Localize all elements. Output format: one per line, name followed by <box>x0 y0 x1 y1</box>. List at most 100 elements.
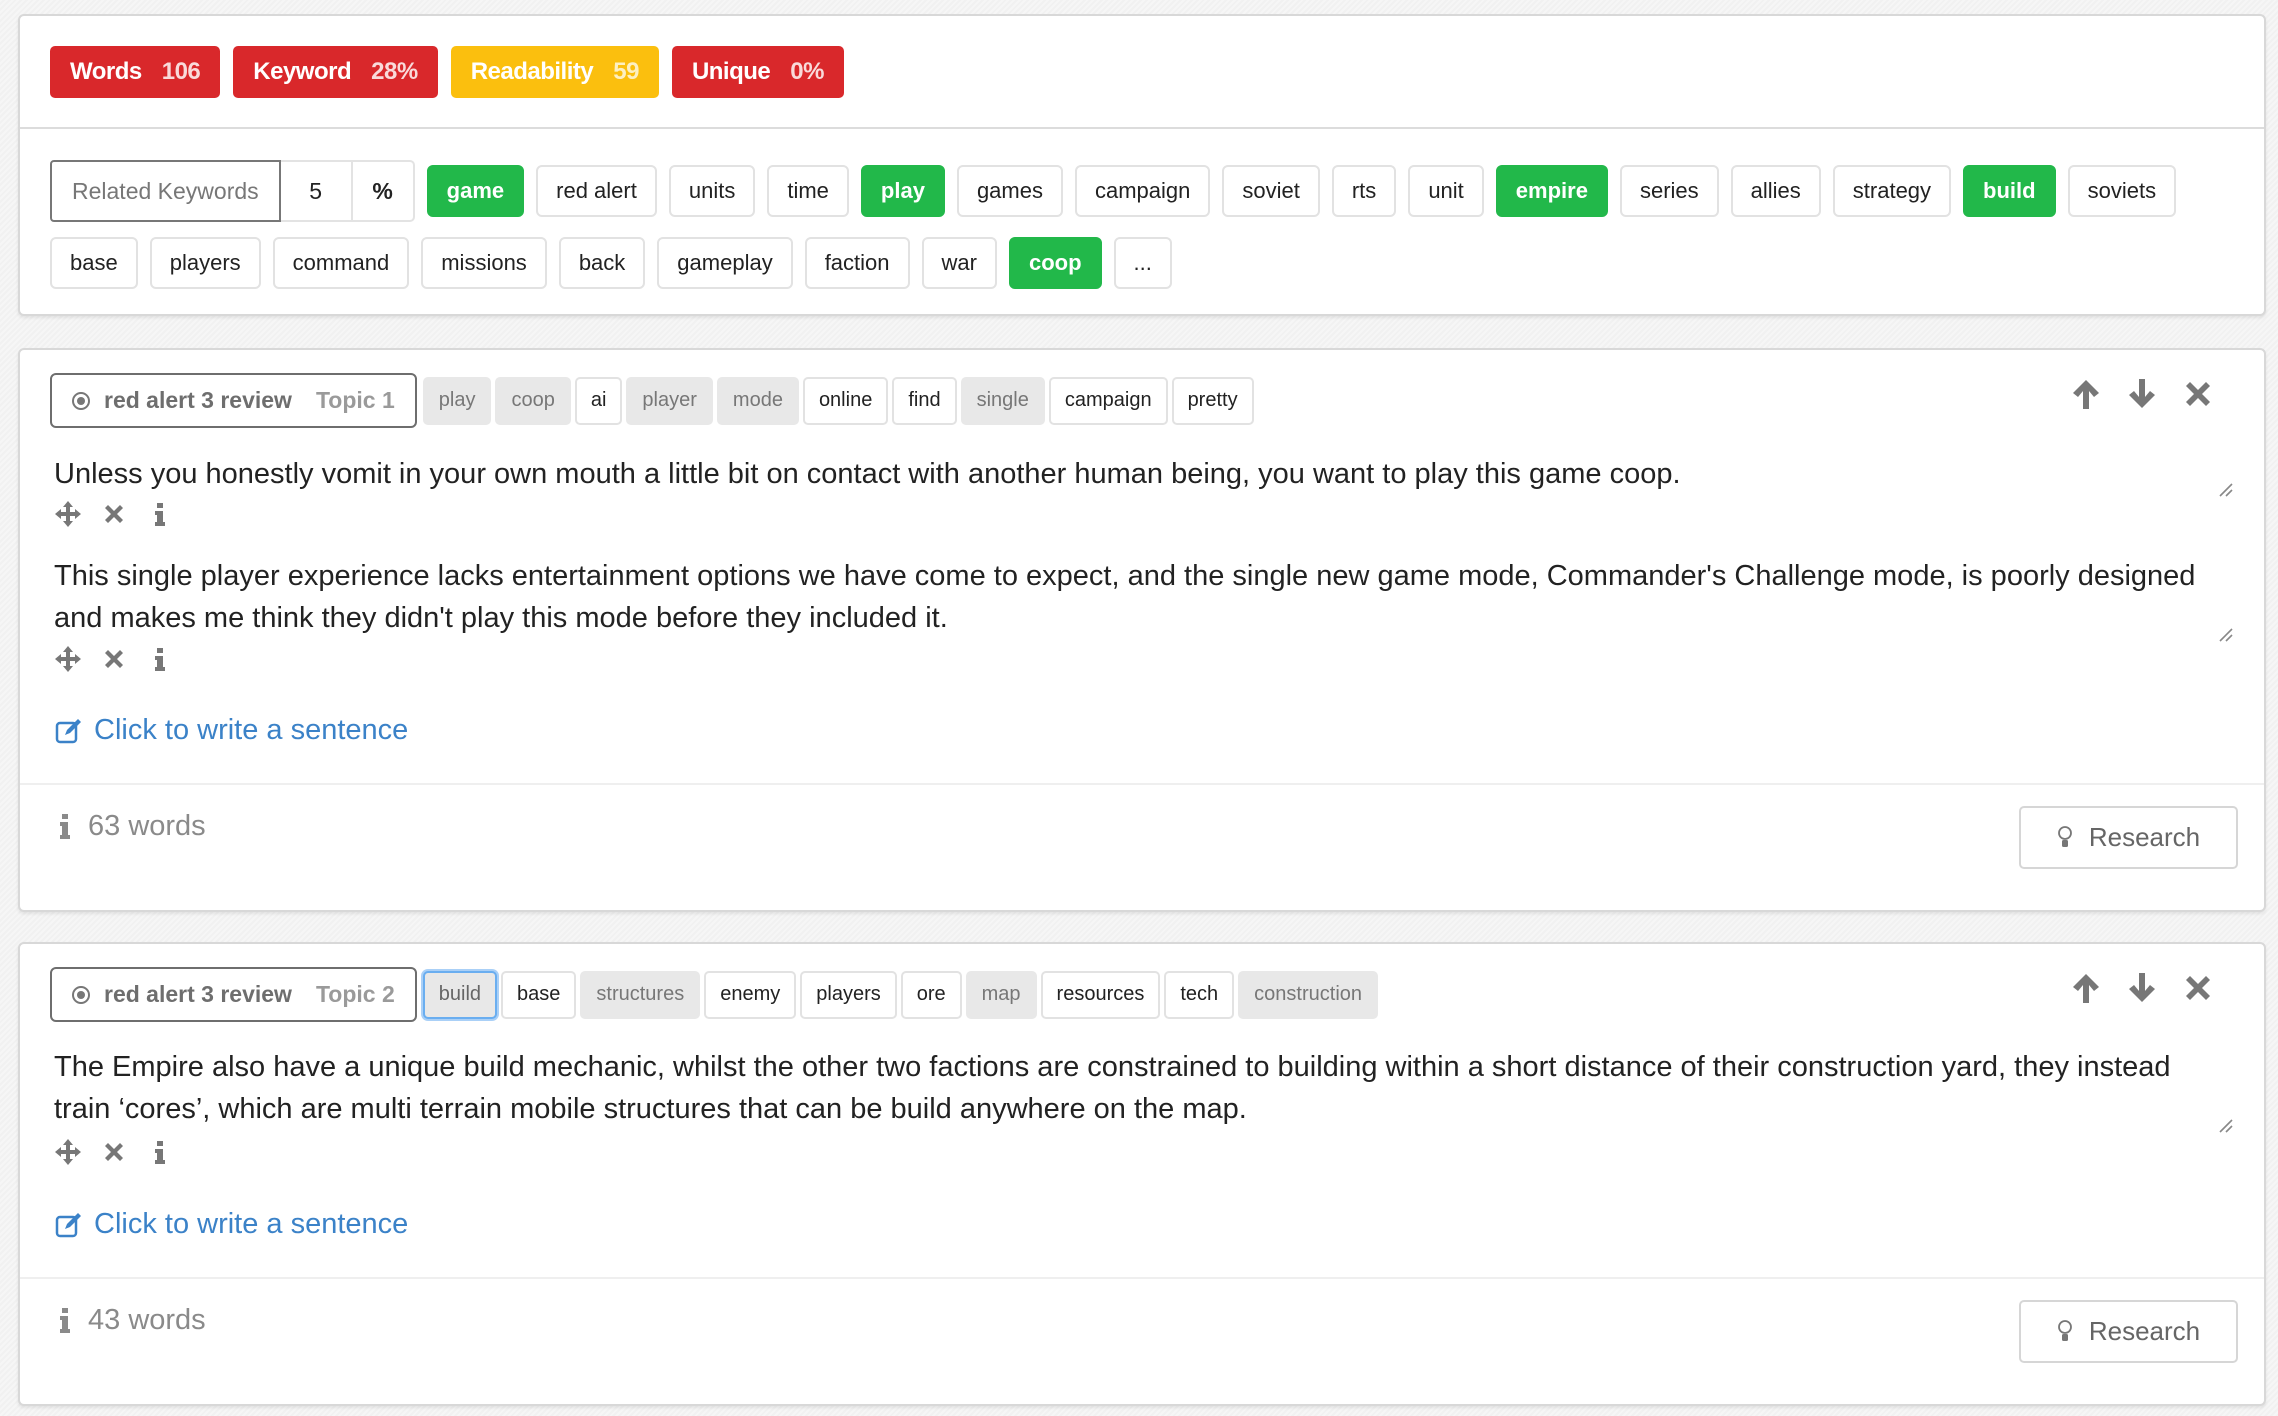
keyword-chip[interactable]: players <box>149 237 261 289</box>
write-sentence-link[interactable]: Click to write a sentence <box>54 714 408 747</box>
topic-keyword[interactable]: map <box>965 970 1037 1019</box>
word-count: 43 words <box>58 1304 206 1337</box>
topic-keyword[interactable]: campaign <box>1048 376 1168 425</box>
arrow-down-icon[interactable] <box>2124 376 2160 412</box>
info-icon[interactable] <box>146 500 174 528</box>
delete-icon[interactable] <box>100 1138 128 1166</box>
keyword-chip[interactable]: back <box>558 237 646 289</box>
topic-keyword[interactable]: single <box>960 376 1045 425</box>
topic-keyword[interactable]: enemy <box>704 970 797 1019</box>
keyword-count-input[interactable]: 5 <box>280 160 353 222</box>
move-icon[interactable] <box>54 1138 82 1166</box>
percent-toggle[interactable]: % <box>352 160 415 222</box>
close-icon[interactable] <box>2180 376 2216 412</box>
keyword-chip[interactable]: gameplay <box>657 237 793 289</box>
research-button[interactable]: Research <box>2019 1300 2238 1363</box>
keyword-chip[interactable]: series <box>1619 165 1719 217</box>
sentence-text[interactable]: The Empire also have a unique build mech… <box>54 1046 2224 1130</box>
topic-header: red alert 3 review Topic 2 build base stru… <box>50 967 1379 1022</box>
arrow-up-icon[interactable] <box>2068 970 2104 1006</box>
keyword-chip[interactable]: rts <box>1331 165 1397 217</box>
related-keywords: Related Keywords 5 % game red alert units t… <box>50 160 2250 304</box>
keyword-chip[interactable]: time <box>767 165 849 217</box>
sentence-tools <box>54 645 174 673</box>
arrow-down-icon[interactable] <box>2124 970 2160 1006</box>
readability-badge[interactable]: Readability 59 <box>450 46 659 98</box>
keyword-chip[interactable]: faction <box>804 237 910 289</box>
info-icon[interactable] <box>146 645 174 673</box>
keyword-chip[interactable]: campaign <box>1074 165 1211 217</box>
topic-title-box[interactable]: red alert 3 review Topic 2 <box>50 967 417 1022</box>
sentence-tools <box>54 1138 174 1166</box>
target-icon <box>72 391 90 410</box>
topic-title: red alert 3 review <box>104 981 292 1007</box>
divider <box>20 1277 2264 1279</box>
keyword-chip[interactable]: game <box>426 165 525 217</box>
research-label: Research <box>2088 1316 2201 1346</box>
research-button[interactable]: Research <box>2019 806 2238 869</box>
topic-keyword[interactable]: players <box>800 970 897 1019</box>
keyword-chip[interactable]: strategy <box>1832 165 1952 217</box>
stats-panel: Words 106 Keyword 28% Readability 59 Uni… <box>18 14 2266 316</box>
topic-card-2: red alert 3 review Topic 2 build base stru… <box>18 942 2266 1406</box>
topic-keyword[interactable]: play <box>422 376 492 425</box>
sentence-text[interactable]: This single player experience lacks ente… <box>54 555 2224 639</box>
delete-icon[interactable] <box>100 645 128 673</box>
badge-value: 59 <box>613 58 639 85</box>
move-icon[interactable] <box>54 645 82 673</box>
keyword-chip[interactable]: soviets <box>2067 165 2177 217</box>
keyword-chip[interactable]: play <box>860 165 945 217</box>
topic-keyword[interactable]: base <box>501 970 577 1019</box>
topic-keyword[interactable]: player <box>626 376 713 425</box>
edit-icon <box>55 718 81 743</box>
topic-keyword[interactable]: structures <box>580 970 701 1019</box>
delete-icon[interactable] <box>100 500 128 528</box>
keyword-chip[interactable]: build <box>1963 165 2056 217</box>
topic-title: red alert 3 review <box>104 387 292 413</box>
keyword-badge[interactable]: Keyword 28% <box>233 46 438 98</box>
unique-badge[interactable]: Unique 0% <box>671 46 844 98</box>
keyword-chip[interactable]: units <box>668 165 756 217</box>
keyword-chip[interactable]: coop <box>1008 237 1102 289</box>
badge-label: Keyword <box>253 58 352 85</box>
related-keywords-label[interactable]: Related Keywords <box>50 160 281 222</box>
arrow-up-icon[interactable] <box>2068 376 2104 412</box>
keyword-chip[interactable]: red alert <box>536 165 657 217</box>
topic-keyword[interactable]: ore <box>900 970 962 1019</box>
topic-keyword[interactable]: build <box>422 970 498 1019</box>
keyword-chip[interactable]: missions <box>421 237 547 289</box>
topic-keyword[interactable]: find <box>892 376 957 425</box>
keyword-chip[interactable]: unit <box>1408 165 1484 217</box>
keyword-chip[interactable]: command <box>272 237 410 289</box>
info-icon[interactable] <box>146 1138 174 1166</box>
keyword-chip[interactable]: soviet <box>1222 165 1320 217</box>
resize-handle-icon[interactable] <box>2218 1118 2234 1134</box>
keyword-chip[interactable]: allies <box>1730 165 1821 217</box>
resize-handle-icon[interactable] <box>2218 627 2234 643</box>
badge-value: 28% <box>371 58 418 85</box>
words-badge[interactable]: Words 106 <box>50 46 221 98</box>
sentence-text[interactable]: Unless you honestly vomit in your own mo… <box>54 453 2224 495</box>
topic-keyword[interactable]: coop <box>495 376 571 425</box>
keyword-chip[interactable]: base <box>50 237 138 289</box>
keyword-chip[interactable]: war <box>921 237 997 289</box>
resize-handle-icon[interactable] <box>2218 482 2234 498</box>
more-keywords-button[interactable]: ... <box>1113 237 1172 289</box>
topic-keyword[interactable]: ai <box>574 376 623 425</box>
topic-keyword[interactable]: tech <box>1164 970 1235 1019</box>
topic-title-box[interactable]: red alert 3 review Topic 1 <box>50 373 417 428</box>
word-count-text: 43 words <box>88 1304 206 1336</box>
topic-keyword[interactable]: construction <box>1238 970 1379 1019</box>
keyword-chip[interactable]: games <box>956 165 1063 217</box>
target-icon <box>72 985 90 1004</box>
keyword-chip[interactable]: empire <box>1495 165 1608 217</box>
write-sentence-link[interactable]: Click to write a sentence <box>54 1208 408 1241</box>
badge-label: Readability <box>470 58 594 85</box>
close-icon[interactable] <box>2180 970 2216 1006</box>
keyword-row: base players command missions back gameplay fa… <box>50 232 2250 294</box>
topic-keyword[interactable]: resources <box>1040 970 1161 1019</box>
topic-keyword[interactable]: pretty <box>1171 376 1254 425</box>
move-icon[interactable] <box>54 500 82 528</box>
topic-keyword[interactable]: mode <box>716 376 799 425</box>
topic-keyword[interactable]: online <box>802 376 889 425</box>
